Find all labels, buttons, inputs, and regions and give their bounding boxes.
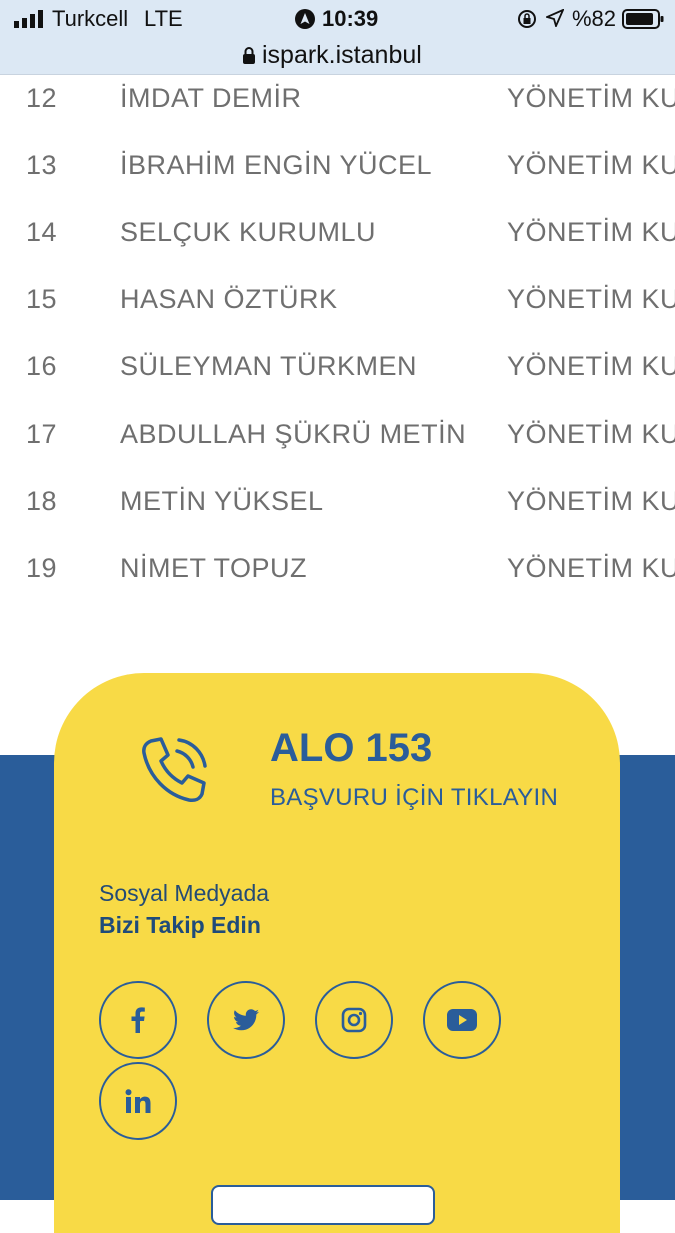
table-row: 18 METİN YÜKSEL YÖNETİM KU <box>0 486 675 546</box>
status-bar: Turkcell LTE 10:39 %82 <box>0 0 675 38</box>
member-name: SELÇUK KURUMLU <box>120 217 377 247</box>
battery-percent: %82 <box>572 6 617 31</box>
row-number: 18 <box>26 486 58 516</box>
twitter-icon <box>233 1009 259 1031</box>
youtube-icon <box>447 1009 477 1031</box>
clock-time: 10:39 <box>322 6 379 31</box>
address-bar[interactable]: ispark.istanbul <box>0 38 675 75</box>
linkedin-icon <box>125 1089 151 1113</box>
row-number: 14 <box>26 217 58 247</box>
hotline-number[interactable]: ALO 153 <box>270 726 432 771</box>
network-type: LTE <box>144 6 183 31</box>
member-role: YÖNETİM KU <box>507 83 675 113</box>
row-number: 15 <box>26 284 58 314</box>
member-role: YÖNETİM KU <box>507 217 675 247</box>
row-number: 17 <box>26 419 58 449</box>
table-row: 14 SELÇUK KURUMLU YÖNETİM KU <box>0 217 675 277</box>
carrier-name: Turkcell <box>52 6 129 31</box>
url-text: ispark.istanbul <box>262 41 422 69</box>
twitter-button[interactable] <box>207 981 285 1059</box>
row-number: 12 <box>26 83 58 113</box>
instagram-button[interactable] <box>315 981 393 1059</box>
table-row: 17 ABDULLAH ŞÜKRÜ METİN YÖNETİM KU <box>0 419 675 479</box>
phone-icon[interactable] <box>137 733 213 805</box>
lock-icon <box>243 47 255 64</box>
table-row: 16 SÜLEYMAN TÜRKMEN YÖNETİM KU <box>0 351 675 411</box>
facebook-button[interactable] <box>99 981 177 1059</box>
row-number: 16 <box>26 351 58 381</box>
member-name: SÜLEYMAN TÜRKMEN <box>120 351 418 381</box>
member-name: HASAN ÖZTÜRK <box>120 284 338 314</box>
instagram-icon <box>341 1007 367 1033</box>
apply-link[interactable]: BAŞVURU İÇİN TIKLAYIN <box>270 784 558 812</box>
member-name: İBRAHİM ENGİN YÜCEL <box>120 150 433 180</box>
youtube-button[interactable] <box>423 981 501 1059</box>
social-heading-line2: Bizi Takip Edin <box>99 912 261 938</box>
member-name: METİN YÜKSEL <box>120 486 324 516</box>
battery-icon <box>622 9 664 29</box>
member-role: YÖNETİM KU <box>507 150 675 180</box>
member-role: YÖNETİM KU <box>507 419 675 449</box>
table-row: 13 İBRAHİM ENGİN YÜCEL YÖNETİM KU <box>0 150 675 210</box>
member-role: YÖNETİM KU <box>507 284 675 314</box>
apply-button[interactable] <box>211 1185 435 1225</box>
social-heading-line1: Sosyal Medyada <box>99 880 270 906</box>
member-name: ABDULLAH ŞÜKRÜ METİN <box>120 419 467 449</box>
row-number: 13 <box>26 150 58 180</box>
member-role: YÖNETİM KU <box>507 553 675 583</box>
member-name: İMDAT DEMİR <box>120 83 302 113</box>
signal-icon <box>14 10 43 28</box>
linkedin-button[interactable] <box>99 1062 177 1140</box>
member-role: YÖNETİM KU <box>507 351 675 381</box>
member-name: NİMET TOPUZ <box>120 553 308 583</box>
location-arrow-icon <box>546 9 564 27</box>
facebook-icon <box>131 1007 145 1033</box>
row-number: 19 <box>26 553 58 583</box>
table-row: 15 HASAN ÖZTÜRK YÖNETİM KU <box>0 284 675 344</box>
rotation-lock-icon <box>518 10 536 28</box>
table-row: 19 NİMET TOPUZ YÖNETİM KU <box>0 553 675 613</box>
member-role: YÖNETİM KU <box>507 486 675 516</box>
navigation-active-icon <box>295 9 315 29</box>
table-row: 12 İMDAT DEMİR YÖNETİM KU <box>0 83 675 143</box>
